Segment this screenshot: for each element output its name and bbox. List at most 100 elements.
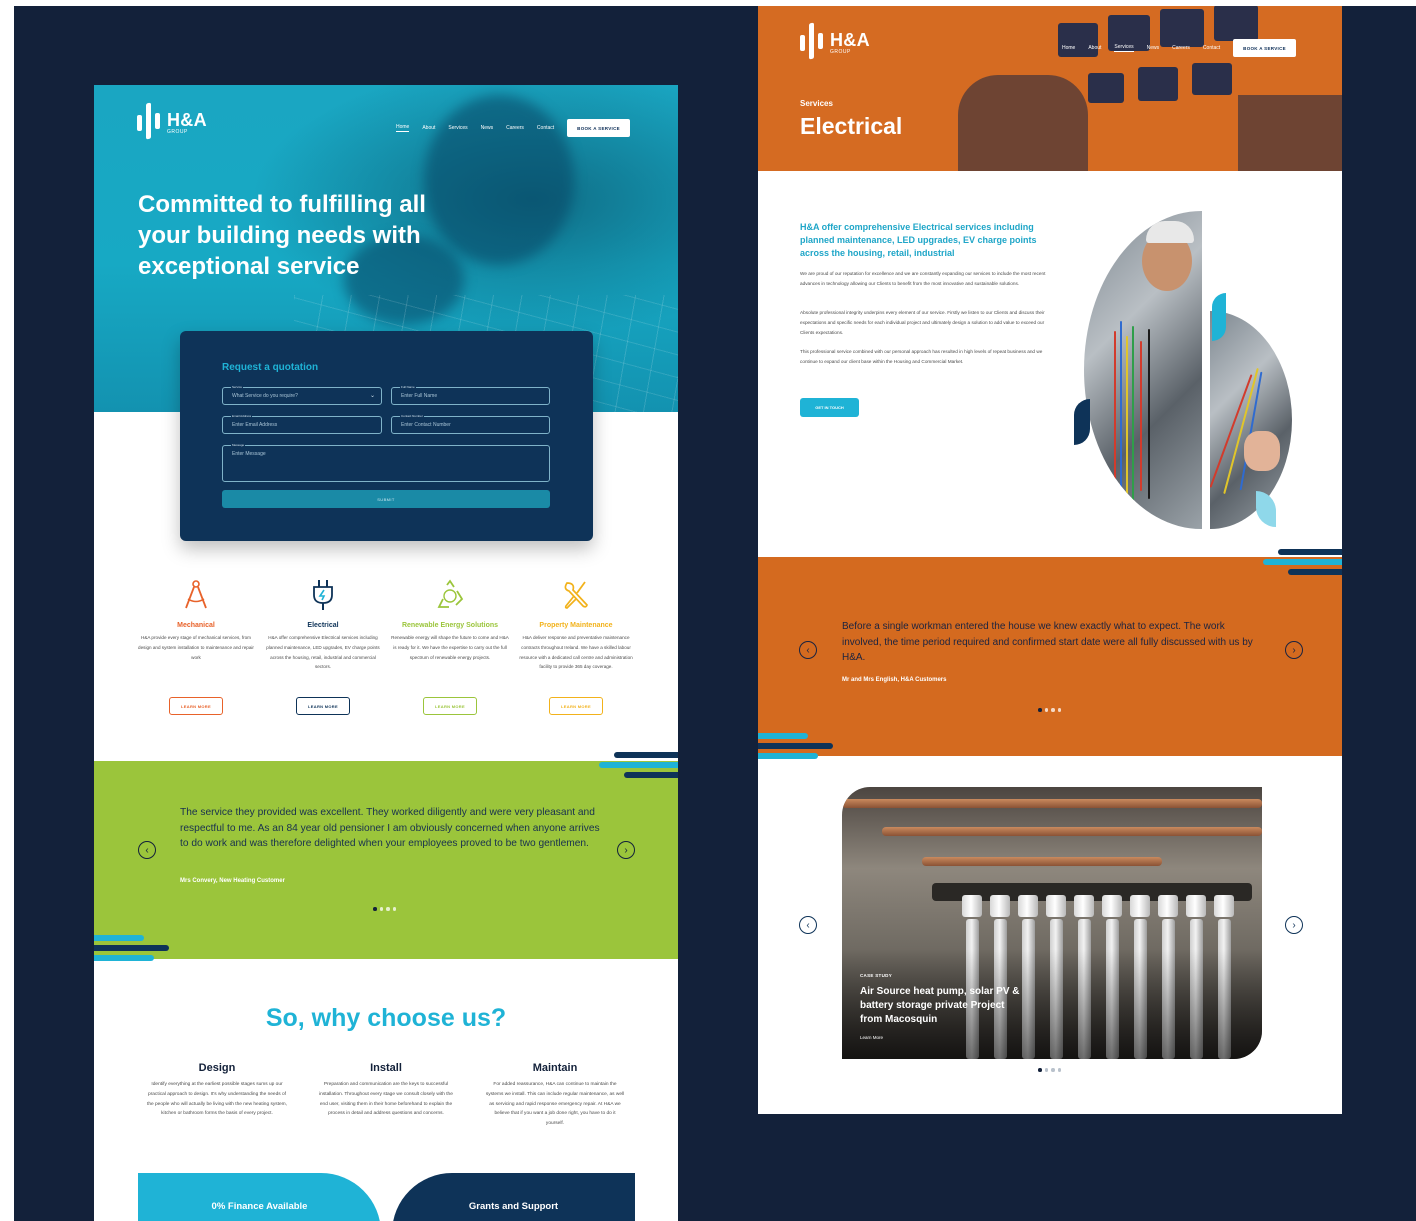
message-field[interactable]: Message Enter Message <box>222 443 550 482</box>
case-study-title: Air Source heat pump, solar PV & battery… <box>860 986 1020 1025</box>
decor-stripe <box>94 935 144 941</box>
full-name-label: Full Name <box>400 385 416 389</box>
contact-number-field[interactable]: Contact Number Enter Contact Number <box>391 414 550 434</box>
chevron-left-icon[interactable]: ‹ <box>799 916 817 934</box>
chevron-left-icon[interactable]: ‹ <box>799 641 817 659</box>
decor-stripe <box>624 772 678 778</box>
why-heading: Design <box>198 1062 236 1074</box>
contact-placeholder: Enter Contact Number <box>401 422 451 428</box>
showcase-canvas: H&A GROUP Home About Services News Caree… <box>14 6 1416 1221</box>
carousel-dot[interactable] <box>1044 1068 1048 1072</box>
carousel-dot[interactable] <box>373 907 377 911</box>
carousel-dot[interactable] <box>1051 1068 1055 1072</box>
learn-more-button[interactable]: LEARN MORE <box>169 697 223 715</box>
valve-cap <box>962 895 982 917</box>
breadcrumb-services: Services <box>800 99 833 108</box>
nav-services[interactable]: Services <box>1114 44 1134 52</box>
nav-careers[interactable]: Careers <box>506 125 524 131</box>
learn-more-button[interactable]: LEARN MORE <box>296 697 350 715</box>
valve-cap <box>1186 895 1206 917</box>
email-field[interactable]: Email Address Enter Email Address <box>222 414 382 434</box>
case-study-card[interactable]: CASE STUDY Air Source heat pump, solar P… <box>842 787 1262 1059</box>
testimonial-quote: The service they provided was excellent.… <box>180 807 600 850</box>
valve-cap <box>990 895 1010 917</box>
nav-home[interactable]: Home <box>1062 45 1075 51</box>
why-heading: Install <box>370 1062 402 1074</box>
case-study-tag: CASE STUDY <box>860 973 893 978</box>
book-service-button[interactable]: BOOK A SERVICE <box>567 119 630 137</box>
nav-services[interactable]: Services <box>448 125 467 131</box>
decor-stripe <box>758 743 833 749</box>
service-desc: H&A offer comprehensive Electrical servi… <box>266 635 380 670</box>
chevron-right-icon[interactable]: › <box>1285 641 1303 659</box>
nav-home[interactable]: Home <box>396 124 410 132</box>
service-select[interactable]: Service What Service do you require? ⌄ <box>222 385 382 405</box>
why-text: Preparation and communication are the ke… <box>319 1082 453 1117</box>
why-heading: Maintain <box>532 1062 578 1074</box>
submit-button[interactable]: SUBMIT <box>222 490 550 508</box>
hero-socket-panel <box>1088 73 1124 103</box>
nav-contact[interactable]: Contact <box>1203 45 1220 51</box>
case-study-learn-more[interactable]: Learn More <box>860 1035 883 1040</box>
finance-card[interactable]: 0% Finance Available <box>138 1173 381 1221</box>
decor-stripe <box>94 955 154 961</box>
contact-label: Contact Number <box>400 414 424 418</box>
learn-more-button[interactable]: LEARN MORE <box>549 697 603 715</box>
carousel-dot[interactable] <box>1044 708 1048 712</box>
chevron-right-icon[interactable]: › <box>1285 916 1303 934</box>
chevron-left-icon[interactable]: ‹ <box>138 841 156 859</box>
valve-cap <box>1074 895 1094 917</box>
nav-careers[interactable]: Careers <box>1172 45 1190 51</box>
carousel-dot[interactable] <box>1057 1068 1061 1072</box>
electrician-photo-left <box>1084 211 1202 529</box>
nav-contact[interactable]: Contact <box>537 125 554 131</box>
decor-stripe <box>1278 549 1342 555</box>
carousel-dot[interactable] <box>1057 708 1061 712</box>
decor-stripe <box>758 753 818 759</box>
copper-pipe <box>842 799 1262 808</box>
carousel-dot[interactable] <box>1038 1068 1042 1072</box>
email-placeholder: Enter Email Address <box>232 422 278 428</box>
quotation-form-title: Request a quotation <box>222 362 319 373</box>
get-in-touch-button[interactable]: GET IN TOUCH <box>800 398 859 417</box>
grants-title: Grants and Support <box>468 1201 559 1212</box>
carousel-dot[interactable] <box>386 907 390 911</box>
grants-card[interactable]: Grants and Support <box>392 1173 635 1221</box>
learn-more-button[interactable]: LEARN MORE <box>423 697 477 715</box>
copper-pipe <box>922 857 1162 866</box>
service-name: Electrical <box>307 622 339 629</box>
service-renewable: Renewable Energy Solutions Renewable ene… <box>390 579 510 715</box>
nav-news[interactable]: News <box>481 125 494 131</box>
why-install: Install Preparation and communication ar… <box>316 1062 456 1119</box>
decor-leaf <box>1256 491 1276 527</box>
service-name: Renewable Energy Solutions <box>401 622 499 629</box>
service-desc: Renewable energy will shape the future t… <box>391 635 509 660</box>
hna-logo[interactable]: H&A GROUP <box>800 22 870 60</box>
decor-stripe <box>614 752 678 758</box>
carousel-dot[interactable] <box>379 907 383 911</box>
carousel-dot[interactable] <box>392 907 396 911</box>
why-maintain: Maintain For added reassurance, H&A can … <box>485 1062 625 1129</box>
hero-arm-silhouette <box>958 75 1088 171</box>
nav-about[interactable]: About <box>422 125 435 131</box>
why-design: Design Identify everything at the earlie… <box>147 1062 287 1119</box>
electrical-page-mockup: H&A GROUP Home About Services News Caree… <box>758 6 1342 1114</box>
decor-leaf <box>1212 293 1226 341</box>
hna-logo[interactable]: H&A GROUP <box>137 102 207 140</box>
message-label: Message <box>231 443 246 447</box>
full-name-field[interactable]: Full Name Enter Full Name <box>391 385 550 405</box>
carousel-dot[interactable] <box>1051 708 1055 712</box>
main-nav: Home About Services News Careers Contact… <box>1062 39 1296 57</box>
valve-cap <box>1018 895 1038 917</box>
testimonial-author: Mrs Convery, New Heating Customer <box>180 878 285 884</box>
book-service-button[interactable]: BOOK A SERVICE <box>1233 39 1296 57</box>
service-name: Property Maintenance <box>539 622 613 629</box>
carousel-dot[interactable] <box>1038 708 1042 712</box>
decor-stripe <box>758 733 808 739</box>
nav-about[interactable]: About <box>1088 45 1101 51</box>
valve-cap <box>1046 895 1066 917</box>
nav-news[interactable]: News <box>1147 45 1160 51</box>
chevron-right-icon[interactable]: › <box>617 841 635 859</box>
hna-logo-mark-icon <box>137 102 163 140</box>
plug-icon <box>313 580 333 610</box>
